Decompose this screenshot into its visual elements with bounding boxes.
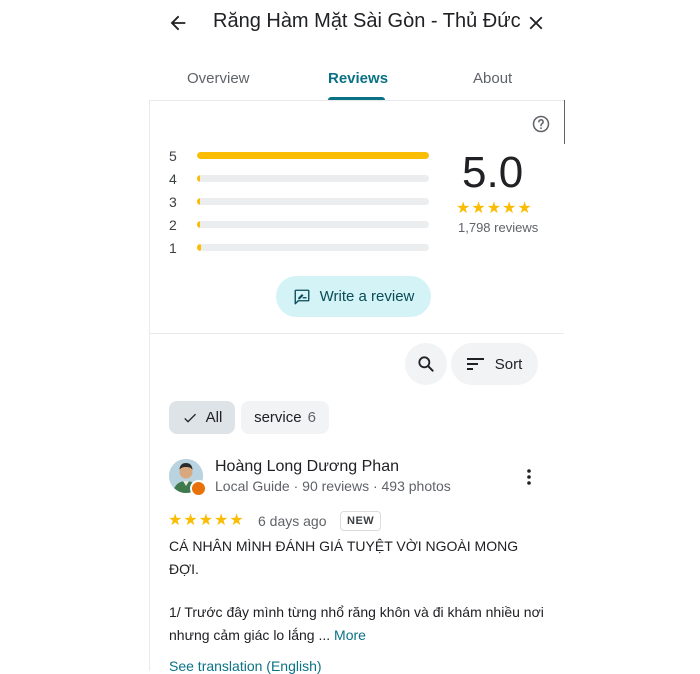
star-icon: ★ (229, 512, 245, 529)
star-icon: ★ (502, 200, 518, 217)
filter-chip-service[interactable]: service 6 (241, 401, 329, 434)
review-text-paragraph-2: 1/ Trước đây mình từng nhổ răng khôn và … (169, 601, 549, 647)
review-count: 1,798 reviews (458, 220, 539, 235)
more-vert-icon (527, 469, 531, 485)
tab-about[interactable]: About (473, 70, 512, 87)
close-icon (529, 16, 543, 30)
sort-button[interactable]: Sort (451, 343, 538, 385)
review-actions-button[interactable] (517, 465, 541, 489)
filter-chip-all[interactable]: All (169, 401, 235, 434)
average-rating: 5.0 (462, 148, 524, 197)
search-reviews-button[interactable] (405, 343, 447, 385)
star-icon: ★ (517, 200, 533, 217)
place-title: Răng Hàm Mặt Sài Gòn - Thủ Đức (213, 10, 521, 32)
reviewer-meta: Local Guide · 90 reviews · 493 photos (215, 478, 451, 494)
filter-chip-label: service (254, 409, 302, 426)
rating-row-label: 5 (169, 148, 177, 164)
local-guide-badge-icon (190, 480, 207, 497)
arrow-back-icon (170, 15, 186, 31)
rate-review-icon (294, 289, 310, 304)
rating-row-label: 1 (169, 240, 177, 256)
filter-chip-count: 6 (307, 409, 316, 426)
rating-row-bar[interactable] (197, 244, 429, 251)
panel-scrollbar[interactable] (564, 100, 565, 144)
rating-row-bar-fill (197, 152, 429, 159)
rating-row-bar-fill (197, 221, 200, 228)
panel-left-edge (149, 100, 150, 671)
star-icon: ★ (168, 512, 184, 529)
tab-overview[interactable]: Overview (187, 70, 250, 87)
back-button[interactable] (162, 7, 194, 39)
average-stars: ★★★★★ (456, 198, 533, 218)
review-stars: ★★★★★ (168, 510, 245, 530)
rating-row-bar[interactable] (197, 175, 429, 182)
star-icon: ★ (198, 512, 215, 529)
see-translation-link[interactable]: See translation (English) (169, 658, 322, 674)
sort-icon (466, 358, 484, 370)
write-review-label: Write a review (319, 288, 415, 305)
active-tab-indicator (328, 97, 385, 100)
review-date: 6 days ago (258, 513, 327, 529)
rating-row-bar[interactable] (197, 198, 429, 205)
star-icon: ★ (214, 512, 230, 529)
star-icon: ★ (456, 200, 472, 217)
star-icon: ★ (486, 200, 503, 217)
new-badge: NEW (340, 511, 382, 531)
filter-chip-label: All (205, 409, 223, 426)
write-review-button[interactable]: Write a review (276, 276, 431, 317)
rating-row-label: 4 (169, 171, 177, 187)
star-icon: ★ (183, 512, 199, 529)
review-more-link[interactable]: More (334, 627, 366, 643)
search-icon (418, 356, 434, 372)
tabs-divider (149, 100, 564, 101)
rating-row-bar-fill (197, 175, 200, 182)
sort-label: Sort (494, 355, 523, 373)
rating-row-label: 3 (169, 194, 177, 210)
rating-row-bar-fill (197, 244, 202, 251)
reviewer-name[interactable]: Hoàng Long Dương Phan (215, 458, 399, 476)
tab-reviews[interactable]: Reviews (328, 70, 388, 87)
close-button[interactable] (520, 7, 552, 39)
help-icon (532, 115, 550, 133)
help-button[interactable] (531, 114, 551, 134)
rating-row-bar[interactable] (197, 152, 429, 159)
rating-row-bar[interactable] (197, 221, 429, 228)
rating-row-bar-fill (197, 198, 200, 205)
review-text-paragraph-1: CÁ NHÂN MÌNH ĐÁNH GIÁ TUYỆT VỜI NGOÀI MO… (169, 538, 519, 577)
section-divider (149, 333, 564, 334)
check-icon (183, 413, 196, 423)
star-icon: ★ (471, 200, 487, 217)
rating-row-label: 2 (169, 217, 177, 233)
